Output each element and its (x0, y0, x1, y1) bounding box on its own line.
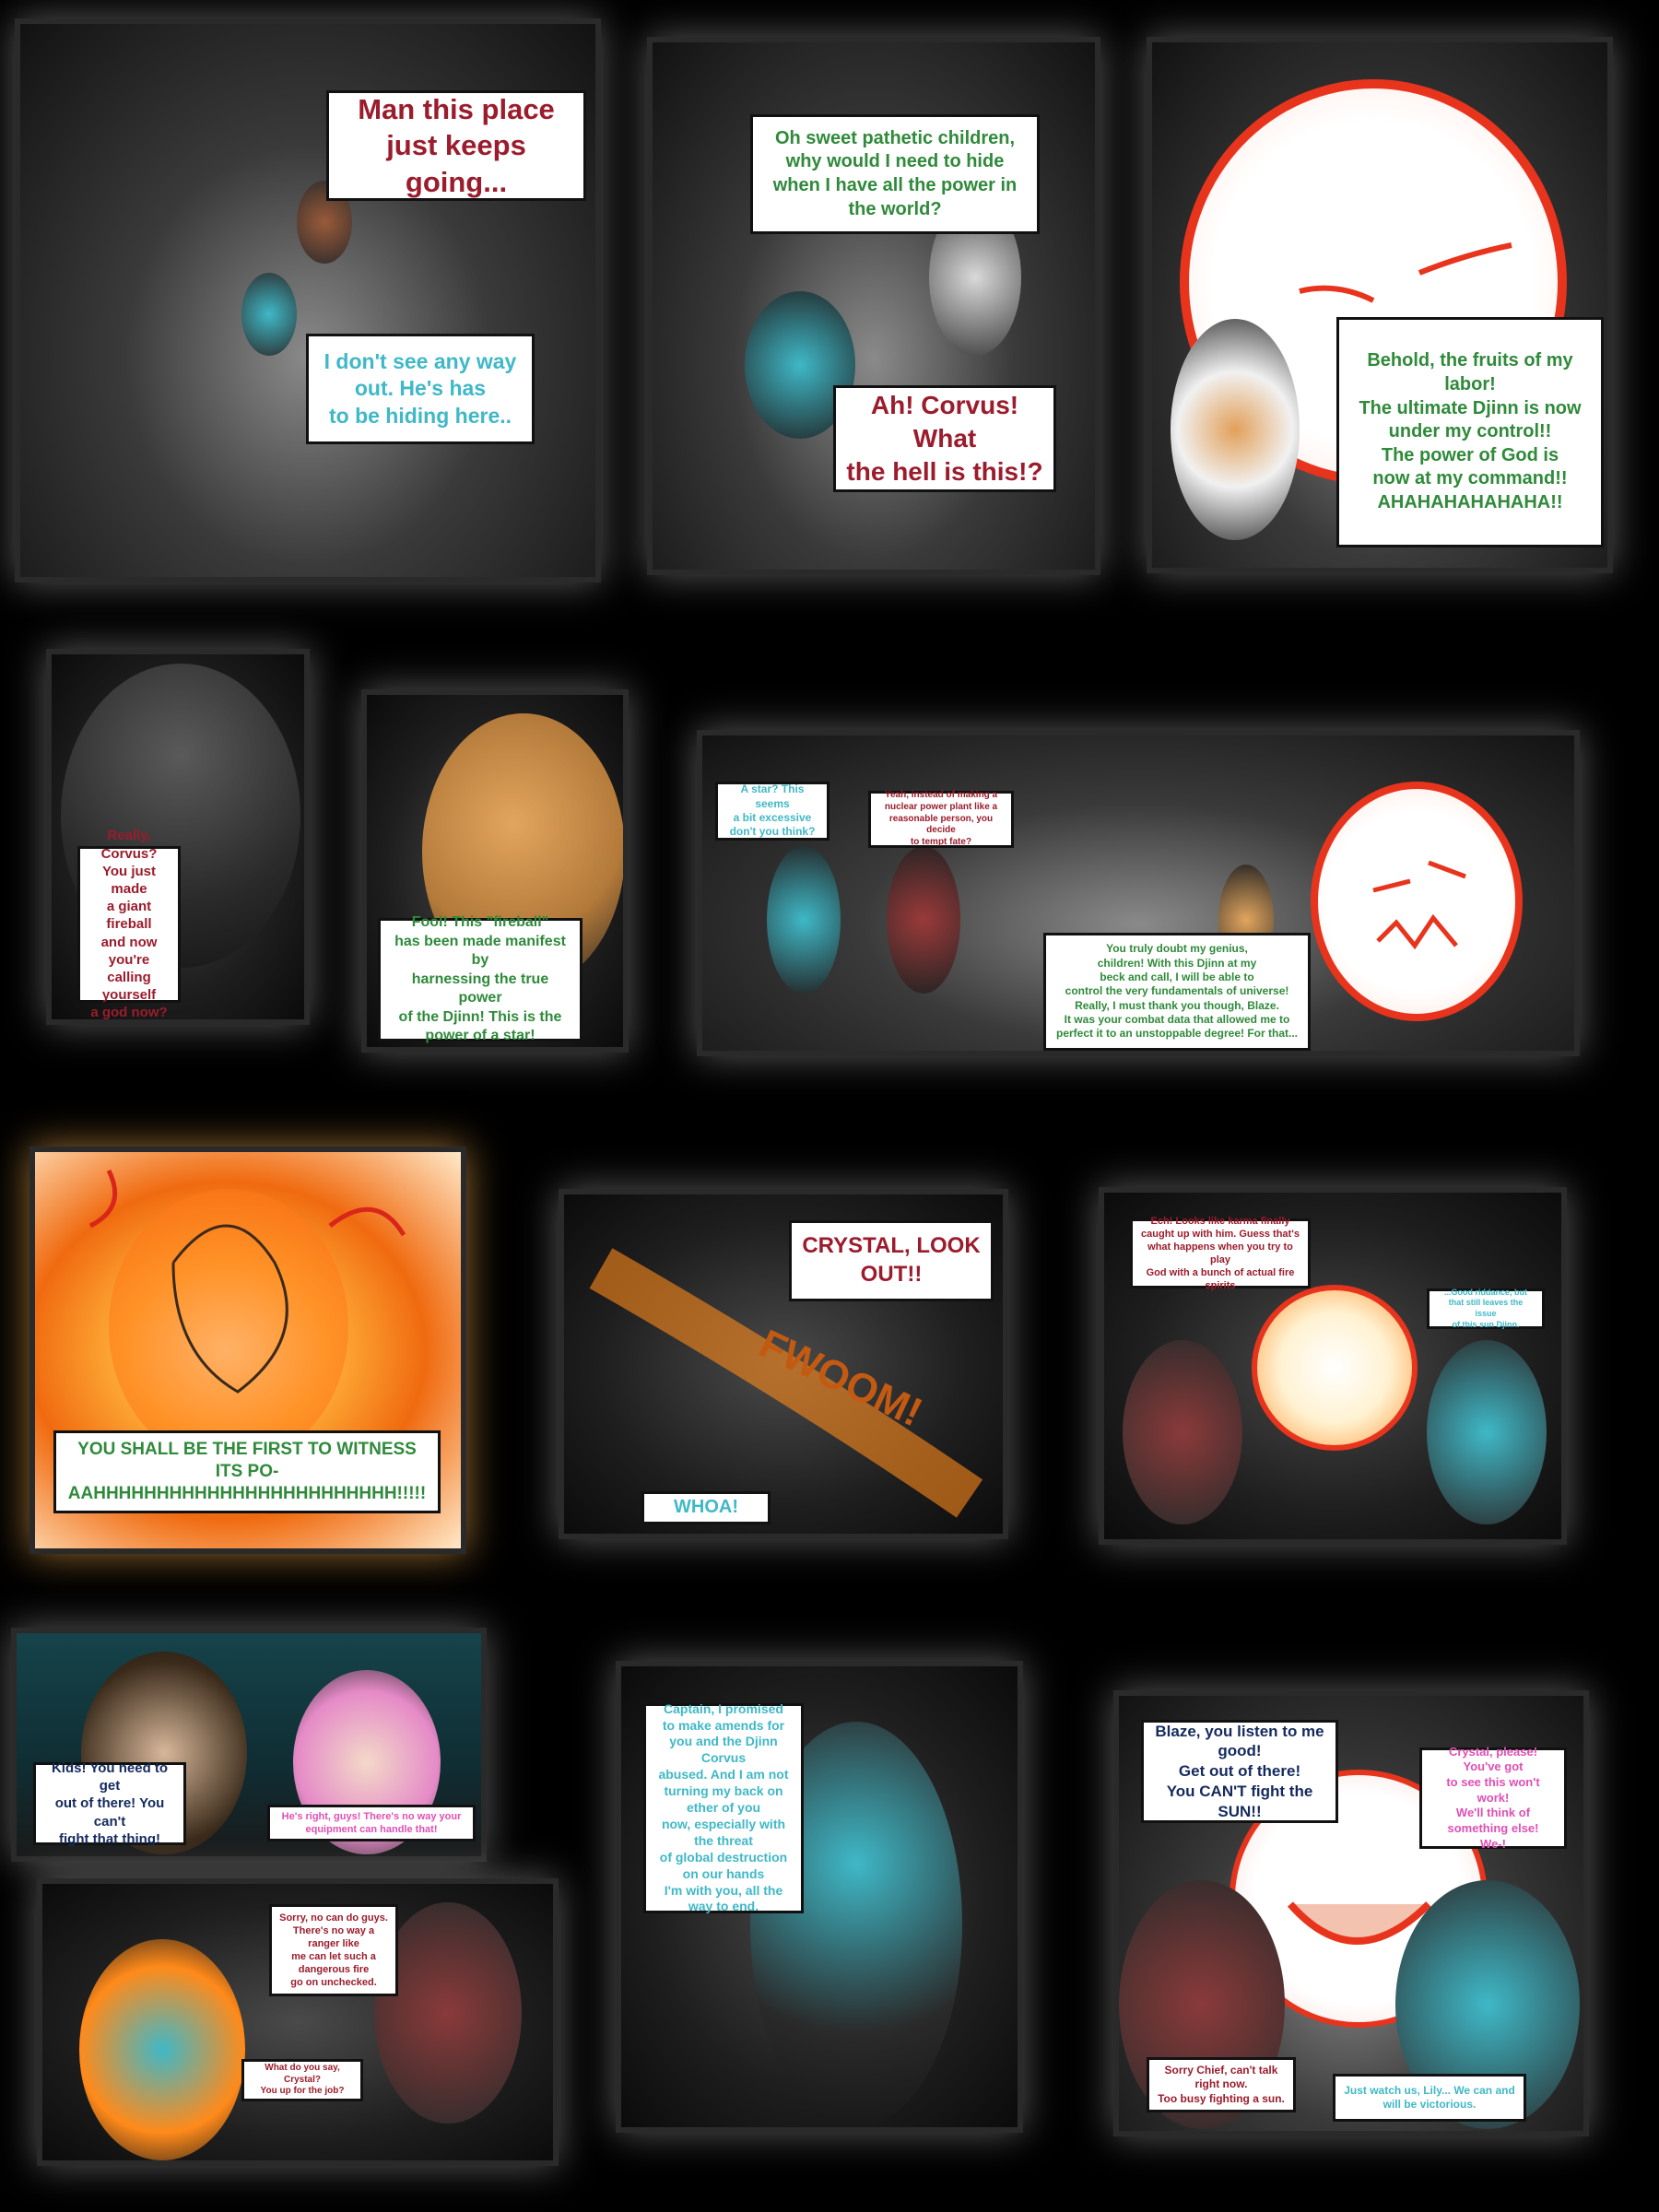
character-blaze (1123, 1340, 1242, 1524)
speech-bubble: Kids! You need to get out of there! You … (33, 1760, 186, 1847)
speech-bubble: You truly doubt my genius, children! Wit… (1043, 933, 1311, 1051)
speech-bubble: ...Good riddance, but that still leaves … (1427, 1288, 1545, 1329)
character-crystal (1427, 1340, 1547, 1524)
speech-bubble: A star? This seems a bit excessive don't… (715, 782, 830, 841)
speech-bubble: CRYSTAL, LOOK OUT!! (789, 1220, 994, 1301)
character-crystal (767, 846, 841, 994)
panel-5: Fool! This "fireball" has been made mani… (361, 689, 629, 1053)
speech-bubble: I don't see any way out. He's has to be … (306, 334, 535, 444)
speech-bubble: He's right, guys! There's no way your eq… (267, 1805, 476, 1841)
sun-djinn (1252, 1285, 1418, 1451)
panel-10: Kids! You need to get out of there! You … (11, 1628, 487, 1862)
panel-8: FWOOM! CRYSTAL, LOOK OUT!! WHOA! (559, 1189, 1008, 1539)
speech-bubble: What do you say, Crystal? You up for the… (241, 2059, 363, 2101)
speech-bubble: Sorry Chief, can't talk right now. Too b… (1147, 2057, 1296, 2112)
panel-13: Blaze, you listen to me good! Get out of… (1113, 1690, 1589, 2136)
panel-7: YOU SHALL BE THE FIRST TO WITNESS ITS PO… (29, 1147, 466, 1554)
character-crystal (241, 273, 297, 356)
sun-djinn (1311, 782, 1523, 1021)
speech-bubble: Captain, I promised to make amends for y… (643, 1701, 804, 1913)
panel-3: Behold, the fruits of my labor! The ulti… (1147, 37, 1613, 573)
speech-bubble: Just watch us, Lily... We can and will b… (1333, 2074, 1526, 2122)
speech-bubble: WHOA! (641, 1491, 771, 1524)
panel-9: Ech! Looks like karma finally caught up … (1099, 1187, 1567, 1545)
speech-bubble: Oh sweet pathetic children, why would I … (750, 114, 1040, 234)
panel-12: Captain, I promised to make amends for y… (616, 1661, 1023, 2133)
character-corvus (1171, 319, 1300, 540)
speech-bubble: Sorry, no can do guys. There's no way a … (269, 1904, 398, 1996)
panel-11: Sorry, no can do guys. There's no way a … (37, 1878, 559, 2166)
panel-6: A star? This seems a bit excessive don't… (697, 730, 1580, 1056)
sun-face (1372, 860, 1466, 950)
speech-bubble: Ech! Looks like karma finally caught up … (1130, 1216, 1311, 1291)
speech-bubble: Blaze, you listen to me good! Get out of… (1141, 1720, 1338, 1823)
speech-bubble: Behold, the fruits of my labor! The ulti… (1336, 317, 1604, 547)
panel-2: Oh sweet pathetic children, why would I … (647, 37, 1100, 575)
speech-bubble: Crystal, please! You've got to see this … (1419, 1745, 1567, 1851)
speech-bubble: YOU SHALL BE THE FIRST TO WITNESS ITS PO… (53, 1430, 441, 1513)
speech-bubble: Man this place just keeps going... (326, 90, 586, 201)
panel-4: Really, Corvus? You just made a giant fi… (46, 649, 310, 1025)
speech-bubble: Really, Corvus? You just made a giant fi… (77, 828, 181, 1019)
speech-bubble: Fool! This "fireball" has been made mani… (378, 914, 582, 1043)
speech-bubble: Yeah, instead of making a nuclear power … (868, 790, 1014, 848)
panel-1: Man this place just keeps going... I don… (15, 18, 601, 582)
character-crystal (79, 1939, 245, 2160)
character-blaze (887, 846, 960, 994)
speech-bubble: Ah! Corvus! What the hell is this!? (833, 385, 1056, 492)
